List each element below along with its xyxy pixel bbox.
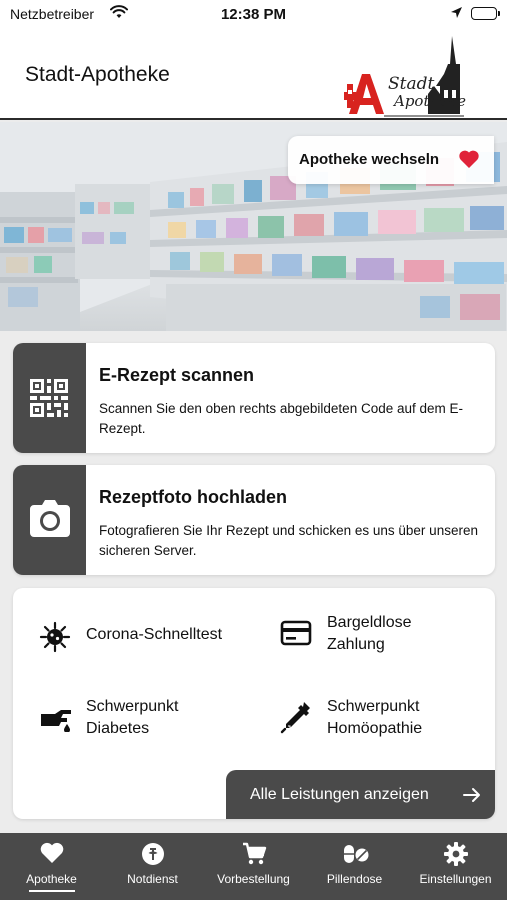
- nav-label: Apotheke: [26, 872, 77, 886]
- heart-icon: [39, 841, 65, 870]
- location-arrow-icon: [450, 6, 463, 23]
- blood-drop-hand-icon: [39, 704, 73, 739]
- logo-text-apotheke: Apotheke: [394, 92, 466, 110]
- nav-label: Einstellungen: [419, 872, 492, 886]
- cart-icon: [241, 841, 267, 872]
- app-header: Stadt-Apotheke Stadt Apotheke: [0, 30, 507, 120]
- battery-icon: [471, 7, 500, 20]
- heart-icon: [458, 149, 480, 174]
- nav-label: Notdienst: [127, 872, 178, 886]
- nav-item-einstellungen[interactable]: Einstellungen: [405, 833, 506, 900]
- service-corona-test[interactable]: Corona-Schnelltest: [39, 621, 259, 653]
- nav-item-apotheke[interactable]: Apotheke: [1, 833, 102, 900]
- nav-item-vorbestellung[interactable]: Vorbestellung: [203, 833, 304, 900]
- nav-label: Pillendose: [326, 872, 383, 886]
- virus-icon: [39, 621, 71, 660]
- gear-icon: [443, 841, 469, 872]
- card-icon-panel: [13, 343, 86, 453]
- service-label: Schwerpunkt Diabetes: [86, 698, 179, 737]
- service-label: Corona-Schnelltest: [86, 626, 223, 643]
- active-indicator: [29, 890, 75, 892]
- service-label: Bargeldlose Zahlung: [327, 614, 412, 653]
- service-label: Schwerpunkt Homöopathie: [327, 698, 423, 737]
- service-diabetes[interactable]: Schwerpunkt Diabetes: [39, 696, 259, 742]
- upload-prescription-photo-card[interactable]: Rezeptfoto hochladen Fotografieren Sie I…: [13, 465, 495, 575]
- pipette-icon: [280, 700, 312, 741]
- nav-item-notdienst[interactable]: Notdienst: [102, 833, 203, 900]
- card-title: Rezeptfoto hochladen: [99, 487, 287, 507]
- e-prescription-card[interactable]: E-Rezept scannen Scannen Sie den oben re…: [13, 343, 495, 453]
- qr-code-icon: [28, 377, 70, 424]
- service-homeopathy[interactable]: Schwerpunkt Homöopathie: [280, 696, 480, 742]
- status-bar: Netzbetreiber 12:38 PM: [0, 0, 507, 30]
- emergency-icon: [140, 841, 166, 872]
- switch-pharmacy-button[interactable]: Apotheke wechseln: [288, 136, 494, 184]
- clock: 12:38 PM: [220, 6, 287, 23]
- arrow-right-icon: [462, 785, 482, 810]
- camera-icon: [28, 499, 72, 544]
- show-all-services-label: Alle Leistungen anzeigen: [250, 786, 429, 803]
- nav-label: Vorbestellung: [217, 872, 290, 886]
- pharmacy-logo: Stadt Apotheke: [344, 34, 472, 118]
- page-title: Stadt-Apotheke: [25, 63, 170, 86]
- card-description: Fotografieren Sie Ihr Rezept und schicke…: [99, 523, 478, 558]
- card-description: Scannen Sie den oben rechts abgebildeten…: [99, 401, 464, 436]
- card-icon-panel: [13, 465, 86, 575]
- card-title: E-Rezept scannen: [99, 365, 255, 385]
- credit-card-icon: [280, 619, 312, 654]
- switch-pharmacy-label: Apotheke wechseln: [299, 151, 440, 168]
- show-all-services-button[interactable]: Alle Leistungen anzeigen: [226, 770, 495, 819]
- nav-item-pillendose[interactable]: Pillendose: [304, 833, 405, 900]
- pills-icon: [342, 841, 370, 870]
- logo-text-stadt: Stadt: [388, 74, 435, 94]
- bottom-navigation: Apotheke Notdienst Vorbestellung Pillend…: [0, 833, 507, 900]
- service-cashless-payment[interactable]: Bargeldlose Zahlung: [280, 612, 480, 658]
